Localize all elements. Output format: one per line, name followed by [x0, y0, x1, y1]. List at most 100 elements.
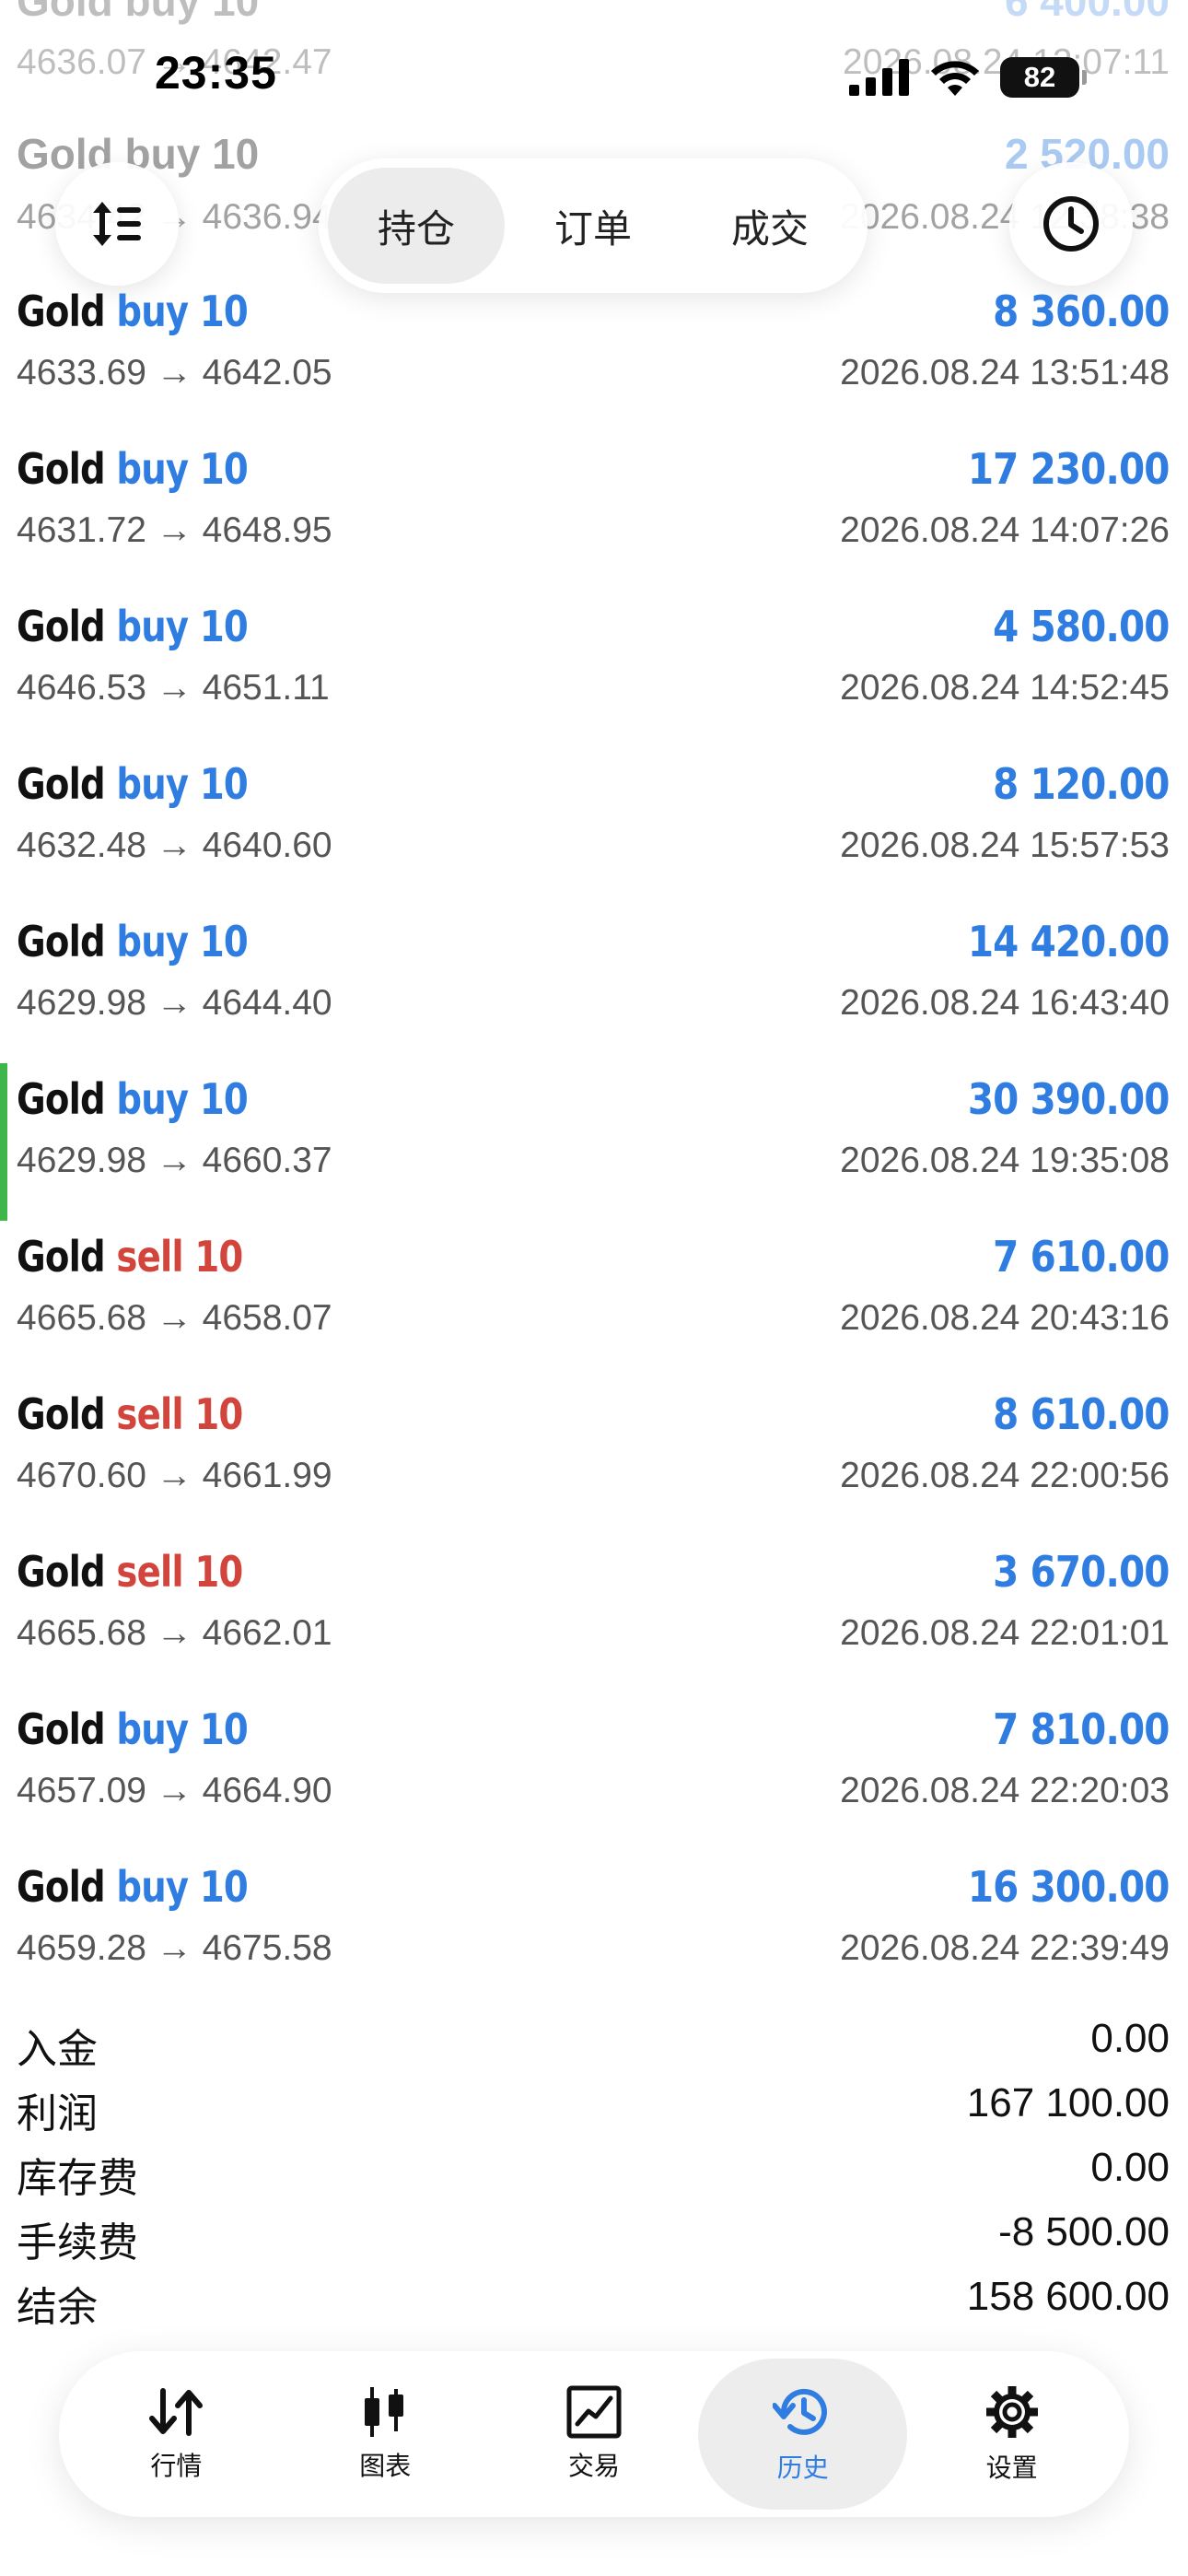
deal-profit: 17 230.00 — [968, 444, 1171, 494]
deal-profit: 16 300.00 — [968, 1862, 1171, 1912]
deal-row-highlighted[interactable]: Gold buy 10 4629.98 → 4660.37 30 390.00 … — [0, 1063, 1188, 1221]
deal-title: Gold sell 10 — [17, 1547, 243, 1597]
deal-row[interactable]: Gold buy 10 4646.53 → 4651.11 4 580.00 2… — [0, 591, 1188, 748]
deal-side: buy — [116, 602, 189, 651]
deal-symbol: Gold — [17, 287, 106, 336]
deal-symbol: Gold — [17, 759, 106, 809]
deal-time: 2026.08.24 19:35:08 — [840, 1141, 1170, 1180]
deal-volume: 10 — [194, 1389, 243, 1439]
deal-time: 2026.08.24 16:43:40 — [840, 983, 1170, 1023]
bottom-tab-bar: 行情 图表 交易 历史 设置 — [59, 2351, 1129, 2517]
tab-label: 交易 — [567, 2452, 620, 2480]
deal-symbol: Gold — [17, 1704, 106, 1754]
summary-row-deposit: 入金 0.00 — [0, 2010, 1188, 2075]
deal-prices: 4629.98 → 4644.40 — [17, 983, 332, 1023]
status-bar: 23:35 82 — [0, 0, 1188, 138]
deal-prices: 4629.98 → 4660.37 — [17, 1141, 332, 1180]
deal-time: 2026.08.24 22:00:56 — [840, 1456, 1170, 1495]
deal-side: buy — [116, 1704, 189, 1754]
deal-symbol: Gold — [17, 1074, 106, 1124]
summary-row-swap: 库存费 0.00 — [0, 2139, 1188, 2204]
deal-profit: 7 610.00 — [993, 1232, 1171, 1282]
deal-symbol: Gold — [17, 917, 106, 966]
deal-symbol: Gold — [17, 1547, 106, 1597]
deal-time: 2026.08.24 14:07:26 — [840, 510, 1170, 550]
deal-profit: 8 120.00 — [993, 759, 1171, 809]
deal-volume: 10 — [199, 1862, 249, 1912]
deal-profit: 30 390.00 — [968, 1074, 1171, 1124]
deal-row[interactable]: Gold buy 10 4657.09 → 4664.90 7 810.00 2… — [0, 1693, 1188, 1851]
deal-prices: 4665.68 → 4658.07 — [17, 1298, 332, 1338]
deal-time: 2026.08.24 22:01:01 — [840, 1613, 1170, 1653]
deal-volume: 10 — [194, 1232, 243, 1282]
deal-row[interactable]: Gold sell 10 4665.68 → 4658.07 7 610.00 … — [0, 1221, 1188, 1378]
deal-time: 2026.08.24 15:57:53 — [840, 825, 1170, 865]
tab-trade[interactable]: 交易 — [490, 2359, 699, 2510]
tab-quotes[interactable]: 行情 — [72, 2359, 281, 2510]
deal-title: Gold buy 10 — [17, 1704, 249, 1754]
summary-value: 158 600.00 — [966, 2274, 1170, 2319]
tab-label: 历史 — [776, 2453, 829, 2482]
deal-title: Gold sell 10 — [17, 1232, 243, 1282]
deal-time: 2026.08.24 22:20:03 — [840, 1771, 1170, 1810]
battery-icon: 82 — [1000, 57, 1087, 98]
trade-chart-icon — [566, 2385, 622, 2439]
deal-side: sell — [116, 1389, 183, 1439]
summary-label: 手续费 — [17, 2220, 138, 2266]
sort-button[interactable] — [55, 162, 179, 286]
deal-time: 2026.08.24 14:52:45 — [840, 668, 1170, 708]
deal-row[interactable]: Gold buy 10 4632.48 → 4640.60 8 120.00 2… — [0, 748, 1188, 906]
period-button[interactable] — [1009, 162, 1133, 286]
deal-row[interactable]: Gold sell 10 4665.68 → 4662.01 3 670.00 … — [0, 1536, 1188, 1693]
deal-profit: 3 670.00 — [993, 1547, 1171, 1597]
sort-icon — [93, 202, 141, 246]
summary-value: 167 100.00 — [966, 2080, 1170, 2125]
deal-prices: 4646.53 → 4651.11 — [17, 668, 330, 708]
tab-label: 图表 — [359, 2452, 412, 2480]
deal-side: buy — [116, 1862, 189, 1912]
deal-symbol: Gold — [17, 602, 106, 651]
deal-symbol: Gold — [17, 1232, 106, 1282]
deal-prices: 4633.69 → 4642.05 — [17, 353, 332, 392]
tab-settings[interactable]: 设置 — [907, 2359, 1116, 2510]
deal-row[interactable]: Gold buy 10 4631.72 → 4648.95 17 230.00 … — [0, 433, 1188, 591]
deal-prices: 4631.72 → 4648.95 — [17, 510, 332, 550]
deal-time: 2026.08.24 22:39:49 — [840, 1928, 1170, 1968]
tab-deals[interactable]: 成交 — [681, 168, 858, 284]
tab-positions[interactable]: 持仓 — [328, 168, 505, 284]
deal-list: Gold buy 10 4633.69 → 4642.05 8 360.00 2… — [0, 275, 1188, 2008]
signal-icon — [849, 59, 909, 96]
deal-title: Gold buy 10 — [17, 287, 249, 336]
quotes-arrows-icon — [149, 2388, 204, 2436]
gear-icon — [985, 2386, 1038, 2438]
tab-charts[interactable]: 图表 — [281, 2359, 490, 2510]
deal-row[interactable]: Gold buy 10 4629.98 → 4644.40 14 420.00 … — [0, 906, 1188, 1063]
summary-row-balance: 结余 158 600.00 — [0, 2268, 1188, 2333]
tab-history[interactable]: 历史 — [698, 2359, 908, 2510]
deal-row[interactable]: Gold buy 10 4659.28 → 4675.58 16 300.00 … — [0, 1851, 1188, 2008]
status-icons: 82 — [849, 57, 1087, 98]
deal-title: Gold sell 10 — [17, 1389, 243, 1439]
deal-row[interactable]: Gold sell 10 4670.60 → 4661.99 8 610.00 … — [0, 1378, 1188, 1536]
deal-time: 2026.08.24 13:51:48 — [840, 353, 1170, 392]
tab-label: 设置 — [985, 2453, 1038, 2482]
deal-volume: 10 — [199, 1704, 249, 1754]
summary-label: 库存费 — [17, 2156, 138, 2201]
deal-row[interactable]: Gold buy 10 4633.69 → 4642.05 8 360.00 2… — [0, 275, 1188, 433]
deal-prices: 4657.09 → 4664.90 — [17, 1771, 332, 1810]
tab-orders[interactable]: 订单 — [505, 168, 681, 284]
deal-side: buy — [116, 759, 189, 809]
summary-row-profit: 利润 167 100.00 — [0, 2075, 1188, 2139]
summary-row-commission: 手续费 -8 500.00 — [0, 2204, 1188, 2268]
deal-side: buy — [116, 1074, 189, 1124]
deal-symbol: Gold — [17, 444, 106, 494]
deal-side: sell — [116, 1547, 183, 1597]
deal-volume: 10 — [199, 759, 249, 809]
deal-title: Gold buy 10 — [17, 444, 249, 494]
deal-volume: 10 — [199, 1074, 249, 1124]
summary-value: -8 500.00 — [998, 2209, 1170, 2254]
wifi-icon — [931, 61, 979, 96]
deal-symbol: Gold — [17, 1862, 106, 1912]
deal-prices: 4659.28 → 4675.58 — [17, 1928, 332, 1968]
deal-volume: 10 — [194, 1547, 243, 1597]
